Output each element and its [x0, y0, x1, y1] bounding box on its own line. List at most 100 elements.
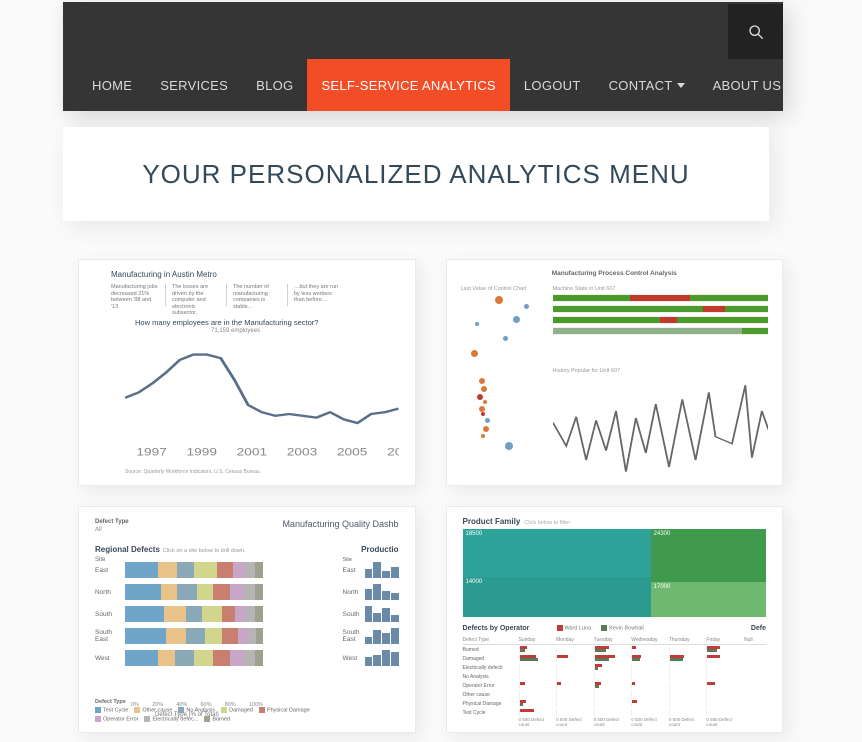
card4-row: Other cause [463, 690, 767, 699]
card3-row: South East [95, 625, 263, 647]
gantt-row [553, 294, 769, 302]
legend-item: Damaged [221, 707, 253, 713]
legend-item: Kevin Bowhall [601, 625, 644, 631]
scatter-point [481, 412, 485, 416]
card3-row: West [95, 647, 263, 669]
legend-item: Operator Error [95, 716, 138, 722]
card3-spark-row: North [343, 581, 399, 603]
card4-row: No Analysis [463, 672, 767, 681]
search-button[interactable] [728, 4, 783, 59]
scatter-point [485, 418, 490, 423]
scatter-point [495, 296, 503, 304]
card2-line [553, 385, 769, 471]
card1-notes: Manufacturing jobs decreased 21% between… [111, 284, 405, 306]
svg-text:2003: 2003 [287, 446, 318, 458]
card-product-family[interactable]: Product FamilyClick below to filter 1850… [446, 506, 784, 733]
card4-row: Damaged [463, 654, 767, 663]
legend-item: No Analysis [178, 707, 215, 713]
card2-bottom-right-line: History Popular for Unit 607 [553, 368, 769, 473]
card4-op-legend: Ward Luna Kevin Bowhall [557, 625, 644, 631]
card3-site-label: South [95, 611, 125, 618]
nav-home[interactable]: HOME [78, 59, 146, 111]
nav-services[interactable]: SERVICES [146, 59, 242, 111]
legend-item: Electrically defec... [144, 716, 198, 722]
card1-line [125, 355, 399, 423]
card2-tr-label: Machine State in Unit 607 [553, 286, 769, 292]
legend-item: Test Cycle [95, 707, 128, 713]
heading-panel: YOUR PERSONALIZED ANALYTICS MENU [63, 127, 769, 221]
card2-br-label: History Popular for Unit 607 [553, 368, 769, 374]
scatter-point [477, 394, 483, 400]
card1-note: The number of manufacturing companies is… [233, 284, 288, 306]
card4-row: Physical Damage [463, 699, 767, 708]
scatter-point [505, 442, 513, 450]
card-process-control[interactable]: Manufacturing Process Control Analysis L… [446, 259, 784, 486]
card3-site-label: South East [95, 629, 125, 643]
card3-spark-col-site: Site [343, 557, 352, 563]
card1-question: How many employees are in the Manufactur… [135, 318, 318, 327]
treemap-cell: 14000 [463, 577, 651, 617]
card1-plot: 199719992001200320052007 [125, 333, 399, 459]
svg-text:1997: 1997 [136, 446, 167, 458]
nav-blog[interactable]: BLOG [242, 59, 307, 111]
card3-row: East [95, 559, 263, 581]
topbar: HOMESERVICESBLOGSELF-SERVICE ANALYTICSLO… [63, 2, 783, 111]
card4-row: Test Cycle [463, 708, 767, 717]
card4-def-header: Defe [751, 625, 766, 632]
card3-section: Regional DefectsClick on a site below to… [95, 545, 245, 554]
card4-section: Defects by Operator [463, 625, 530, 632]
card3-stack [125, 628, 263, 644]
card3-sparklines: Site EastNorthSouthSouth EastWest [343, 559, 399, 696]
card-quality-dashboard[interactable]: Manufacturing Quality Dashb Defect Type … [78, 506, 416, 733]
card3-stacked-bar: Site EastNorthSouthSouth EastWest0%20%40… [95, 559, 263, 696]
card3-title: Manufacturing Quality Dashb [282, 519, 398, 529]
card1-note: The losses are driven by the computer an… [172, 284, 227, 306]
page-title: YOUR PERSONALIZED ANALYTICS MENU [142, 159, 689, 190]
svg-text:2001: 2001 [237, 446, 268, 458]
card2-top-left-scatter: Last Value of Control Chart [461, 286, 547, 362]
scatter-point [483, 400, 487, 404]
card4-foot: 0 500 Defect count0 500 Defect count0 50… [463, 717, 767, 727]
treemap-cell: 17000 [651, 582, 766, 617]
card1-note: …but they are run by less workers than b… [294, 284, 349, 306]
gantt-row [553, 327, 769, 335]
card4-row: Burned [463, 645, 767, 654]
nav-logout[interactable]: LOGOUT [510, 59, 595, 111]
card-manufacturing-austin[interactable]: Manufacturing in Austin Metro Manufactur… [78, 259, 416, 486]
card3-legend-title: Defect Type [95, 699, 345, 705]
card4-head: Defect TypeSundayMondayTuesdayWednesdayT… [463, 637, 767, 645]
card3-filter-value: All [95, 527, 102, 533]
scatter-point [524, 304, 529, 309]
chevron-down-icon [677, 83, 685, 88]
card1-title: Manufacturing in Austin Metro [111, 270, 217, 279]
legend-item: Ward Luna [557, 625, 592, 631]
card3-stack [125, 584, 263, 600]
card3-row: South [95, 603, 263, 625]
scatter-point [481, 386, 487, 392]
nav-self-service-analytics[interactable]: SELF-SERVICE ANALYTICS [307, 59, 509, 111]
card3-site-label: West [95, 655, 125, 662]
nav-about-us[interactable]: ABOUT US [699, 59, 796, 111]
card4-title: Product FamilyClick below to filter [463, 517, 571, 526]
card3-stack [125, 650, 263, 666]
card3-spark-row: South East [343, 625, 399, 647]
gantt-row [553, 316, 769, 324]
card1-source: Source: Quarterly Workforce Indicators, … [125, 469, 260, 475]
scatter-point [479, 378, 485, 384]
search-icon [748, 24, 764, 40]
scatter-point [475, 322, 479, 326]
card4-row: Operator Error [463, 681, 767, 690]
svg-text:2005: 2005 [337, 446, 368, 458]
card-grid: Manufacturing in Austin Metro Manufactur… [78, 259, 783, 733]
treemap-cell: 18500 [463, 529, 651, 577]
card1-xticks: 199719992001200320052007 [136, 446, 398, 458]
legend-item: Burned [204, 716, 230, 722]
nav-contact[interactable]: CONTACT [595, 59, 699, 111]
card3-production: Productio [361, 545, 398, 554]
gantt-row [553, 305, 769, 313]
card3-row: North [95, 581, 263, 603]
card2-top-right-gantt: Machine State in Unit 607 [553, 286, 769, 362]
card4-defect-table: Defect TypeSundayMondayTuesdayWednesdayT… [463, 637, 767, 722]
scatter-point [483, 426, 489, 432]
card2-bottom-left-scatter [461, 368, 547, 473]
